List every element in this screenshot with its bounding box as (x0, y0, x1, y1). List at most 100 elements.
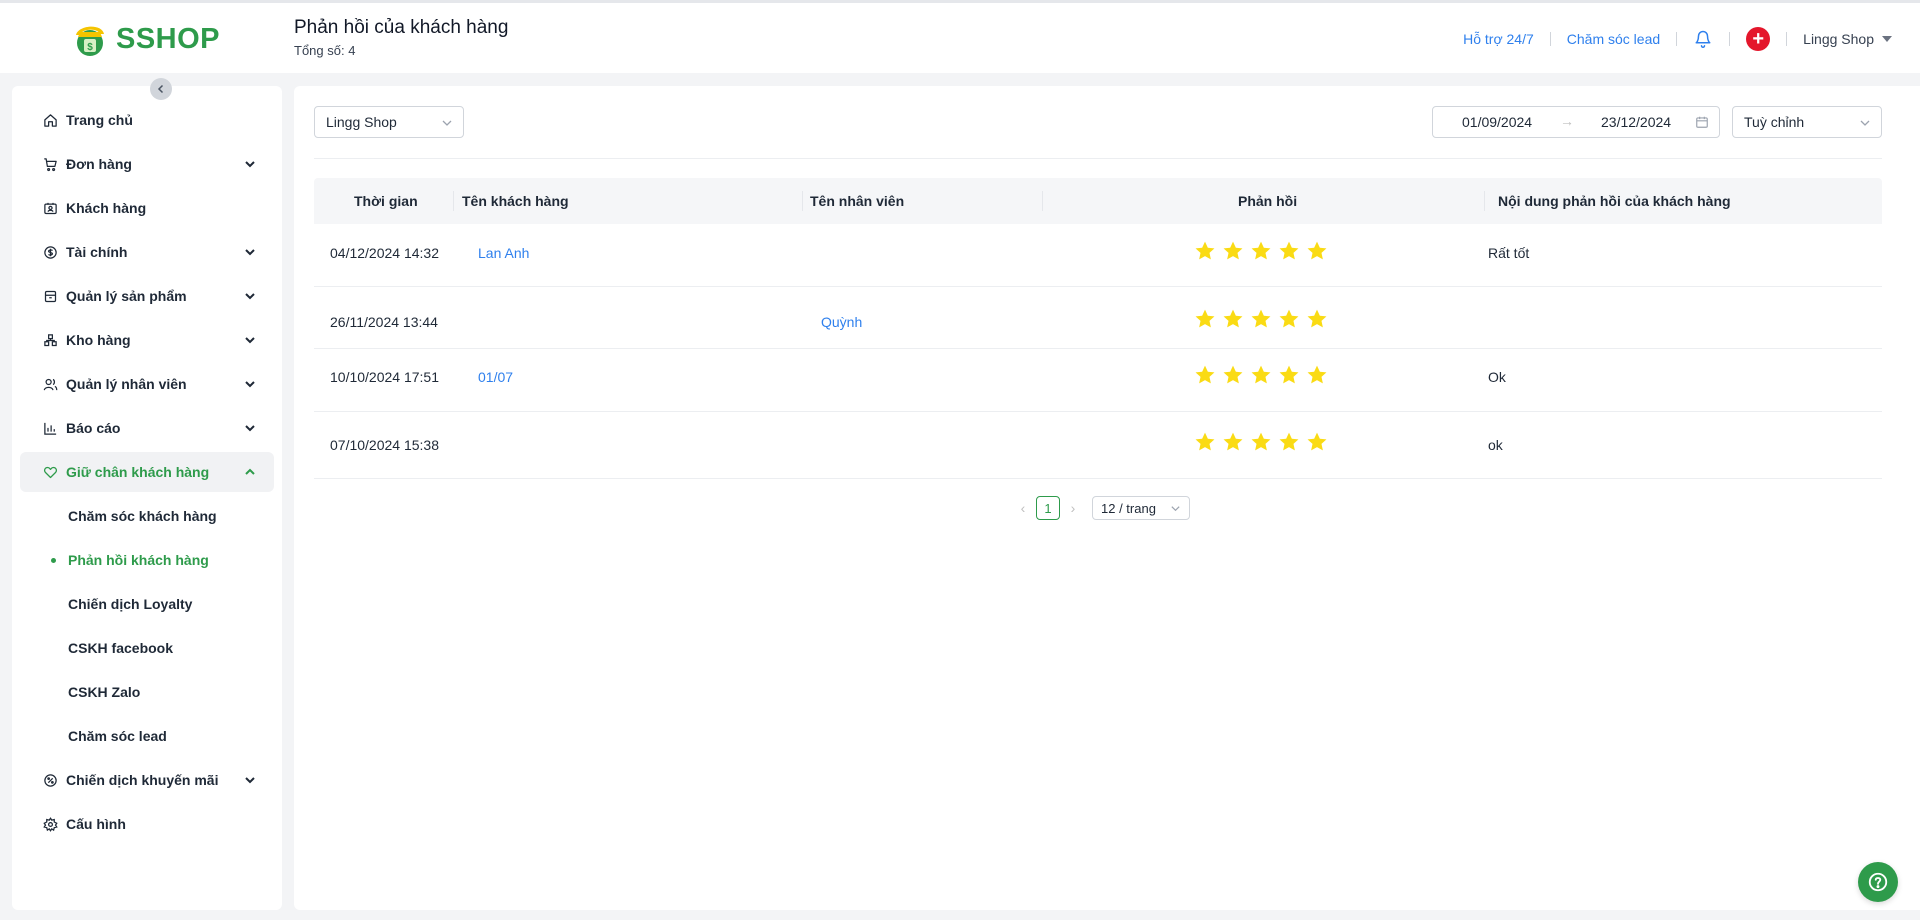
chevron-down-icon (244, 421, 256, 437)
column-separator (1484, 191, 1485, 211)
divider (1676, 32, 1678, 46)
sidebar-subitem-lead-care[interactable]: Chăm sóc lead (20, 716, 274, 756)
sidebar-item-label: Khách hàng (66, 200, 147, 216)
sidebar-item-staff[interactable]: Quản lý nhân viên (20, 364, 274, 404)
divider (1729, 32, 1731, 46)
active-dot (51, 558, 56, 563)
warehouse-icon (42, 332, 58, 348)
column-header-customer[interactable]: Tên khách hàng (462, 193, 569, 209)
user-group-icon (42, 376, 58, 392)
contact-card-icon (42, 200, 58, 216)
chevron-down-icon (244, 333, 256, 349)
page-title: Phản hồi của khách hàng (294, 17, 509, 38)
sidebar-subitem-cskh-zalo[interactable]: CSKH Zalo (20, 672, 274, 712)
chevron-down-icon (244, 245, 256, 261)
sidebar-subitem-cskh-facebook[interactable]: CSKH facebook (20, 628, 274, 668)
table-row: 07/10/2024 15:38 ok (314, 412, 1882, 479)
sidebar-item-label: Đơn hàng (66, 156, 132, 172)
sidebar-item-settings[interactable]: Cấu hình (20, 804, 274, 844)
support-link[interactable]: Hỗ trợ 24/7 (1463, 31, 1534, 47)
filter-divider (314, 158, 1882, 159)
table-row: 04/12/2024 14:32 Lan Anh Rất tốt (314, 224, 1882, 287)
dollar-circle-icon (42, 244, 58, 260)
header-actions: Hỗ trợ 24/7 Chăm sóc lead + Lingg Shop (1463, 21, 1892, 57)
cell-time: 26/11/2024 13:44 (330, 314, 438, 330)
star-icon (1307, 432, 1327, 451)
app-header: $ SSHOP Phản hồi của khách hàng Tổng số:… (0, 3, 1920, 73)
sidebar-subitem-label: Phản hồi khách hàng (68, 552, 209, 568)
plus-icon[interactable]: + (1746, 27, 1771, 51)
star-icon (1307, 309, 1327, 328)
prev-page-icon[interactable]: ‹ (1016, 496, 1030, 520)
collapse-sidebar-button[interactable] (150, 78, 172, 100)
star-icon (1251, 365, 1271, 384)
lead-care-link[interactable]: Chăm sóc lead (1567, 31, 1660, 47)
caret-down-icon[interactable] (1882, 36, 1892, 42)
cell-customer-link[interactable]: 01/07 (478, 369, 513, 385)
logo[interactable]: $ SSHOP (70, 19, 220, 59)
cell-time: 04/12/2024 14:32 (330, 245, 439, 261)
cell-time: 10/10/2024 17:51 (330, 369, 439, 385)
sidebar-item-label: Trang chủ (66, 112, 133, 128)
shop-select[interactable]: Lingg Shop (314, 106, 464, 138)
gear-icon (42, 816, 58, 832)
sidebar-item-warehouse[interactable]: Kho hàng (20, 320, 274, 360)
column-header-feedback[interactable]: Phản hồi (1238, 193, 1297, 209)
sidebar-item-home[interactable]: Trang chủ (20, 100, 274, 140)
sidebar-item-reports[interactable]: Báo cáo (20, 408, 274, 448)
page-number-current[interactable]: 1 (1036, 496, 1060, 520)
cell-customer-link[interactable]: Lan Anh (478, 245, 529, 261)
chevron-down-icon (244, 377, 256, 393)
column-separator (802, 191, 803, 211)
page-size-value: 12 / trang (1101, 500, 1156, 516)
sidebar-item-label: Quản lý nhân viên (66, 376, 187, 392)
chevron-up-icon (244, 465, 256, 481)
sidebar-subitem-label: Chăm sóc lead (68, 728, 167, 744)
sidebar-subitem-customer-care[interactable]: Chăm sóc khách hàng (20, 496, 274, 536)
chevron-left-icon (157, 84, 164, 94)
sidebar-item-label: Quản lý sản phẩm (66, 288, 187, 304)
sidebar: Trang chủ Đơn hàng Khách hàng Tài chính (12, 78, 282, 910)
date-range-picker[interactable]: 01/09/2024 → 23/12/2024 (1432, 106, 1720, 138)
star-icon (1195, 241, 1215, 260)
discount-icon (42, 772, 58, 788)
table-header: Thời gian Tên khách hàng Tên nhân viên P… (314, 178, 1882, 224)
sidebar-item-customers[interactable]: Khách hàng (20, 188, 274, 228)
sidebar-item-label: Báo cáo (66, 420, 121, 436)
star-icon (1279, 432, 1299, 451)
sidebar-subitem-label: CSKH Zalo (68, 684, 141, 700)
pagination: ‹ 1 › 12 / trang (1016, 496, 1190, 520)
sidebar-item-finance[interactable]: Tài chính (20, 232, 274, 272)
account-shop-name[interactable]: Lingg Shop (1803, 31, 1874, 47)
page-size-select[interactable]: 12 / trang (1092, 496, 1190, 520)
next-page-icon[interactable]: › (1066, 496, 1080, 520)
column-header-content[interactable]: Nội dung phản hồi của khách hàng (1498, 193, 1731, 209)
sidebar-subitem-label: Chăm sóc khách hàng (68, 508, 217, 524)
bell-icon[interactable] (1693, 29, 1713, 49)
help-icon[interactable] (1858, 862, 1898, 902)
cell-content: Rất tốt (1488, 245, 1530, 261)
sidebar-item-promotions[interactable]: Chiến dịch khuyến mãi (20, 760, 274, 800)
cell-staff-link[interactable]: Quỳnh (821, 314, 862, 330)
sidebar-subitem-label: CSKH facebook (68, 640, 174, 656)
main-panel: Lingg Shop 01/09/2024 → 23/12/2024 Tuỳ c… (294, 86, 1920, 910)
star-icon (1307, 241, 1327, 260)
column-header-time[interactable]: Thời gian (354, 193, 418, 209)
table-row: 26/11/2024 13:44 Quỳnh (314, 287, 1882, 349)
sidebar-subitem-customer-feedback[interactable]: Phản hồi khách hàng (20, 540, 274, 580)
sidebar-item-products[interactable]: Quản lý sản phẩm (20, 276, 274, 316)
sidebar-item-orders[interactable]: Đơn hàng (20, 144, 274, 184)
sidebar-subitem-loyalty[interactable]: Chiến dịch Loyalty (20, 584, 274, 624)
box-icon (42, 288, 58, 304)
column-header-staff[interactable]: Tên nhân viên (810, 193, 904, 209)
sidebar-item-label: Chiến dịch khuyến mãi (66, 772, 219, 788)
date-from[interactable]: 01/09/2024 (1462, 114, 1532, 130)
cell-time: 07/10/2024 15:38 (330, 437, 439, 453)
column-separator (453, 191, 454, 211)
calendar-icon (1695, 115, 1709, 132)
sidebar-item-customer-retention[interactable]: Giữ chân khách hàng (20, 452, 274, 492)
arrow-right-icon: → (1560, 113, 1574, 129)
date-to[interactable]: 23/12/2024 (1601, 114, 1671, 130)
range-preset-select[interactable]: Tuỳ chỉnh (1732, 106, 1882, 138)
cell-content: ok (1488, 437, 1503, 453)
